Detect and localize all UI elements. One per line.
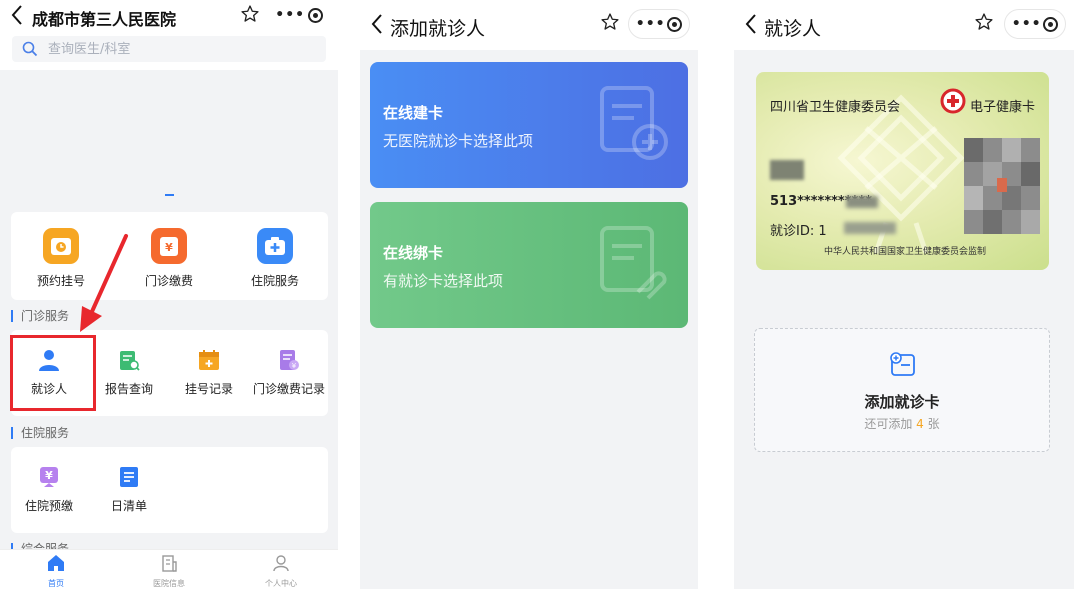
search-bar[interactable] [12,36,326,62]
issuer-label: 四川省卫生健康委员会 [770,100,901,115]
hospital-home-screen: 成都市第三人民医院 ••• 预约挂号 ¥ 门诊缴费 [0,0,338,589]
inpatient-section-title: 住院服务 [11,427,69,439]
page-title: 就诊人 [764,18,822,40]
report-query-label: 报告查询 [104,382,153,396]
search-input[interactable] [46,40,300,58]
electronic-health-card[interactable]: 四川省卫生健康委员会 电子健康卡 513*********** 就诊ID: 1 … [756,72,1049,270]
daily-list-icon [117,465,141,489]
outpatient-payment-label: 门诊缴费 [144,274,193,288]
patient-screen: 就诊人 ••• 四川省卫生健康委员会 电子健康卡 513*********** … [734,0,1074,589]
create-card-option[interactable]: 在线建卡 无医院就诊卡选择此项 [370,62,688,188]
bind-card-title: 在线绑卡 [383,244,444,262]
user-outline-icon [273,555,289,572]
add-card-title: 添加就诊卡 [864,393,940,411]
tab-hospital-info-label: 医院信息 [153,579,185,588]
prepay-icon: ¥ [37,465,61,489]
back-icon[interactable] [744,13,764,37]
tab-home[interactable]: 首页 [21,554,91,589]
svg-text:¥: ¥ [165,241,173,254]
remaining-count: 4 [916,417,924,431]
daily-list-button[interactable]: 日清单 [89,465,169,514]
add-patient-screen: 添加就诊人 ••• 在线建卡 无医院就诊卡选择此项 在线绑卡 有就诊卡选择此项 [360,0,698,589]
visit-id-redacted [844,222,896,234]
close-target-icon[interactable] [667,16,683,32]
inpatient-prepay-button[interactable]: ¥ 住院预缴 [9,465,89,514]
bind-card-subtitle: 有就诊卡选择此项 [383,272,504,290]
create-card-title: 在线建卡 [383,104,444,122]
more-icon[interactable]: ••• [636,17,666,31]
back-icon[interactable] [10,4,30,28]
daily-list-label: 日清单 [110,499,147,513]
star-icon[interactable] [974,12,996,34]
highlight-box [10,335,96,411]
remaining-prefix: 还可添加 [864,417,913,431]
brand-label: 电子健康卡 [969,100,1035,115]
red-cross-logo-icon [940,88,966,114]
search-icon [22,41,38,57]
mini-program-capsule: ••• [1004,9,1066,39]
inpatient-service-label: 住院服务 [250,274,299,288]
qr-code-redacted [964,138,1040,234]
add-card-remaining: 还可添加 4 张 [755,415,1049,432]
inpatient-service-button[interactable]: 住院服务 [225,228,325,289]
star-icon[interactable] [600,12,622,34]
visit-id: 就诊ID: 1 [770,224,827,239]
more-icon[interactable]: ••• [275,8,305,22]
red-arrow-annotation [80,234,128,332]
add-card-button[interactable]: 添加就诊卡 还可添加 4 张 [754,328,1050,452]
close-target-icon[interactable] [307,7,323,23]
tab-profile[interactable]: 个人中心 [246,554,316,589]
home-icon [48,555,64,571]
inpatient-services-card: ¥ 住院预缴 日清单 [11,447,328,533]
star-icon[interactable] [240,4,262,26]
nav-bar: 添加就诊人 ••• [360,0,698,50]
banner-indicator [165,194,174,196]
remaining-suffix: 张 [927,417,940,431]
back-icon[interactable] [370,13,390,37]
report-query-button[interactable]: 报告查询 [89,348,169,397]
svg-text:¥: ¥ [292,362,297,370]
name-redacted [770,160,804,180]
payment-record-icon: ¥ [277,348,301,372]
nav-bar: 成都市第三人民医院 ••• [0,0,338,70]
card-add-icon [600,86,668,160]
add-card-icon [890,352,915,376]
tab-home-label: 首页 [48,579,64,588]
outpatient-payment-button[interactable]: ¥ 门诊缴费 [119,228,219,289]
page-title: 添加就诊人 [390,18,486,40]
bind-card-option[interactable]: 在线绑卡 有就诊卡选择此项 [370,202,688,328]
id-redacted [846,196,878,208]
mini-program-capsule: ••• [628,9,690,39]
svg-text:¥: ¥ [45,469,53,482]
nav-bar: 就诊人 ••• [734,0,1074,50]
tab-profile-label: 个人中心 [265,579,297,588]
inpatient-prepay-label: 住院预缴 [24,499,73,513]
page-title: 成都市第三人民医院 [32,10,177,29]
create-card-subtitle: 无医院就诊卡选择此项 [383,132,534,150]
building-icon [162,555,177,572]
payment-record-label: 门诊缴费记录 [252,382,325,396]
tab-bar: 首页 医院信息 个人中心 [0,549,338,589]
more-icon[interactable]: ••• [1012,17,1042,31]
supervisor-label: 中华人民共和国国家卫生健康委员会监制 [824,247,987,257]
mini-program-capsule: ••• [268,0,330,30]
tab-hospital-info[interactable]: 医院信息 [134,554,204,589]
medical-kit-icon [257,228,293,264]
registration-record-label: 挂号记录 [184,382,233,396]
registration-record-button[interactable]: 挂号记录 [169,348,249,397]
quick-services-card: 预约挂号 ¥ 门诊缴费 住院服务 [11,212,328,300]
calendar-icon [197,348,221,372]
card-link-icon [600,226,667,300]
outpatient-section-title: 门诊服务 [11,310,69,322]
report-icon [117,348,141,372]
close-target-icon[interactable] [1043,16,1059,32]
payment-record-button[interactable]: ¥ 门诊缴费记录 [249,348,329,397]
yuan-wallet-icon: ¥ [151,228,187,264]
